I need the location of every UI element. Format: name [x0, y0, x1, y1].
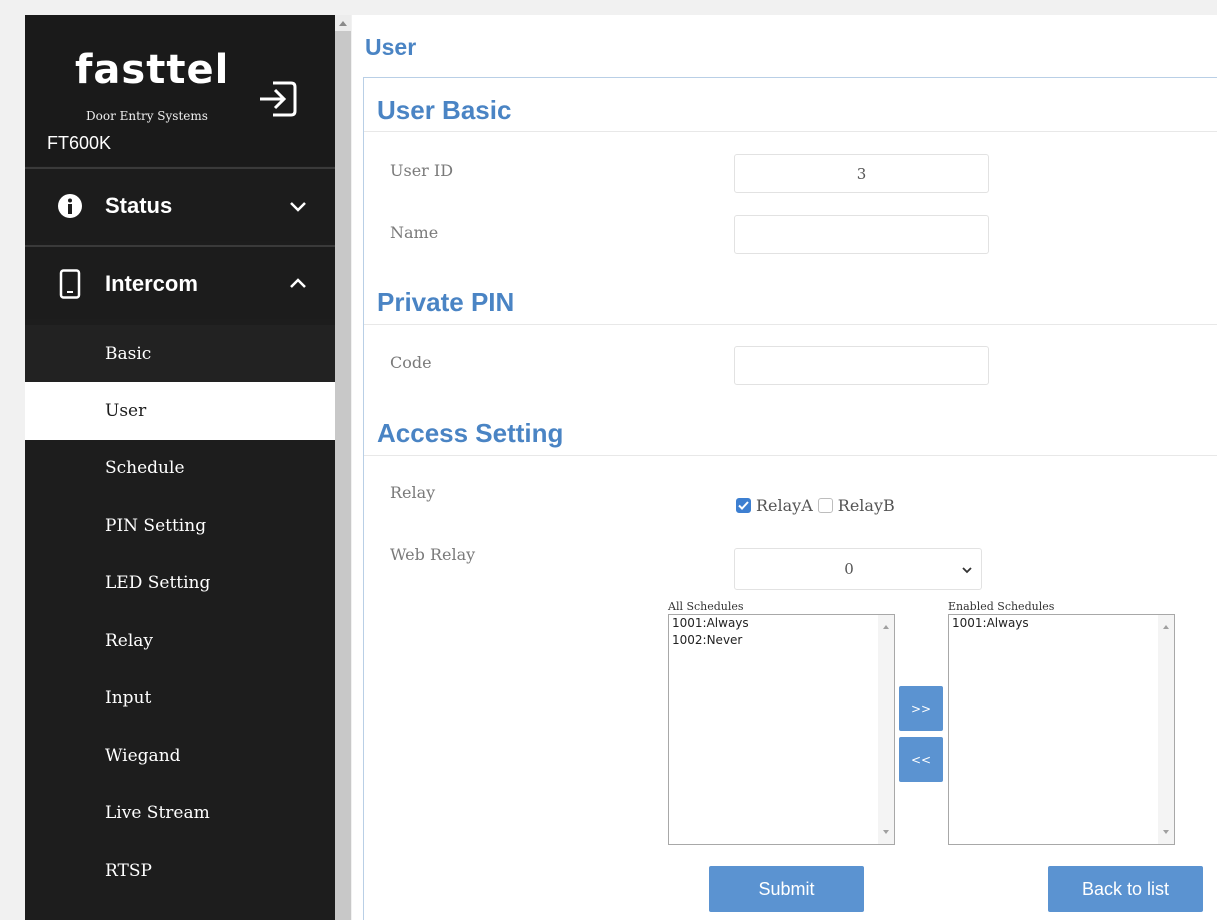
web-relay-value: 0 — [844, 560, 854, 578]
info-circle-icon — [55, 191, 85, 221]
all-schedules-caption: All Schedules — [668, 600, 744, 613]
relay-checkbox-group: RelayA RelayB — [736, 496, 900, 515]
sidebar-item-rtsp[interactable]: RTSP — [25, 842, 335, 900]
sidebar-item-basic[interactable]: Basic — [25, 325, 335, 382]
enabled-schedules-list[interactable]: 1001:Always — [948, 614, 1175, 845]
relay-b-checkbox[interactable] — [817, 498, 833, 513]
brand-header: fasttel Door Entry Systems FT600K — [25, 15, 335, 166]
name-label: Name — [390, 223, 439, 242]
brand-tagline: Door Entry Systems — [86, 109, 208, 123]
device-model: FT600K — [47, 133, 112, 153]
relay-b-label: RelayB — [837, 496, 895, 515]
all-schedules-list[interactable]: 1001:Always 1002:Never — [668, 614, 895, 845]
nav-intercom-label: Intercom — [105, 271, 198, 296]
list-scrollbar[interactable] — [1158, 615, 1174, 844]
scroll-up-icon[interactable] — [883, 625, 889, 629]
sidebar-item-live-stream[interactable]: Live Stream — [25, 784, 335, 842]
sidebar: fasttel Door Entry Systems FT600K Status — [25, 15, 335, 920]
section-divider — [364, 455, 1217, 456]
scroll-down-icon[interactable] — [883, 830, 889, 834]
logout-icon — [260, 81, 297, 117]
list-item[interactable]: 1002:Never — [669, 632, 894, 649]
chevron-down-icon — [287, 197, 309, 215]
nav-status[interactable]: Status — [25, 167, 335, 241]
checkmark-icon — [738, 501, 749, 510]
chevron-up-icon — [287, 275, 309, 293]
logout-button[interactable] — [251, 73, 303, 125]
relay-label: Relay — [390, 483, 436, 502]
submit-button[interactable]: Submit — [709, 866, 864, 912]
scroll-up-arrow-icon[interactable] — [335, 15, 351, 31]
sidebar-item-relay[interactable]: Relay — [25, 612, 335, 670]
code-input[interactable] — [734, 346, 989, 385]
user-id-input[interactable] — [734, 154, 989, 193]
name-input[interactable] — [734, 215, 989, 254]
back-to-list-button[interactable]: Back to list — [1048, 866, 1203, 912]
code-label: Code — [390, 353, 432, 372]
section-title-user-basic: User Basic — [377, 95, 512, 125]
main-content: User User Basic User ID Name Private PIN… — [352, 15, 1217, 920]
sidebar-scrollbar[interactable] — [335, 15, 351, 920]
relay-a-checkbox[interactable] — [736, 498, 751, 513]
section-divider — [364, 131, 1217, 132]
nav-status-label: Status — [105, 193, 173, 218]
brand-logo: fasttel — [75, 47, 230, 93]
section-title-access-setting: Access Setting — [377, 418, 564, 448]
section-title-private-pin: Private PIN — [377, 287, 515, 317]
sidebar-item-user[interactable]: User — [25, 382, 335, 440]
section-divider — [364, 324, 1217, 325]
web-relay-select[interactable]: 0 — [734, 548, 982, 590]
sidebar-item-led-setting[interactable]: LED Setting — [25, 554, 335, 612]
add-schedule-button[interactable]: >> — [899, 686, 943, 731]
sidebar-item-schedule[interactable]: Schedule — [25, 439, 335, 497]
user-id-label: User ID — [390, 161, 454, 180]
intercom-submenu: Basic User Schedule PIN Setting LED Sett… — [25, 325, 335, 900]
sidebar-item-wiegand[interactable]: Wiegand — [25, 727, 335, 785]
nav-intercom[interactable]: Intercom — [25, 245, 335, 319]
relay-a-label: RelayA — [756, 496, 813, 515]
list-item[interactable]: 1001:Always — [669, 615, 894, 632]
phone-icon — [55, 269, 85, 299]
sidebar-item-pin-setting[interactable]: PIN Setting — [25, 497, 335, 555]
remove-schedule-button[interactable]: << — [899, 737, 943, 782]
user-form-panel: User Basic User ID Name Private PIN Code… — [363, 77, 1217, 920]
page-title: User — [365, 34, 417, 60]
enabled-schedules-caption: Enabled Schedules — [948, 600, 1055, 613]
scroll-down-icon[interactable] — [1163, 830, 1169, 834]
scroll-up-icon[interactable] — [1163, 625, 1169, 629]
web-relay-label: Web Relay — [390, 545, 476, 564]
sidebar-item-input[interactable]: Input — [25, 669, 335, 727]
list-item[interactable]: 1001:Always — [949, 615, 1174, 632]
list-scrollbar[interactable] — [878, 615, 894, 844]
chevron-down-icon — [962, 567, 972, 574]
